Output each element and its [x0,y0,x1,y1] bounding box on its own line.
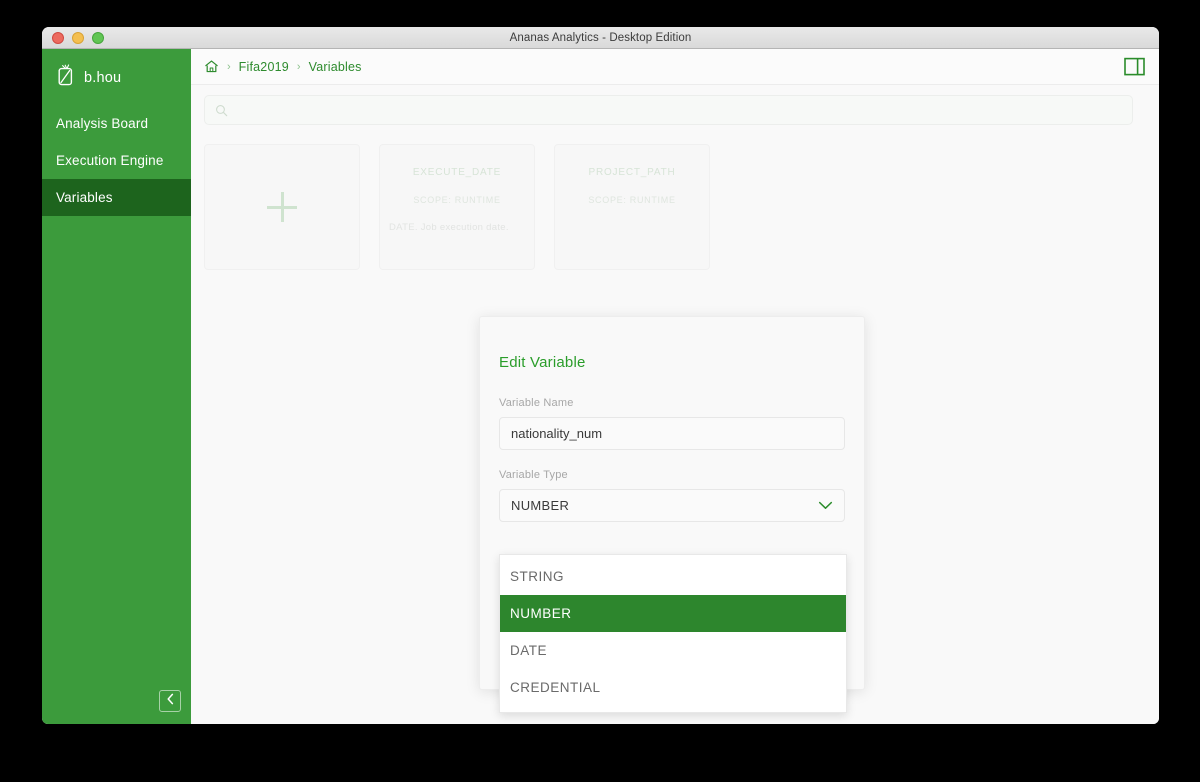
dropdown-option-credential[interactable]: CREDENTIAL [500,669,846,706]
variable-name-field-group: Variable Name [480,397,864,450]
search-bar[interactable] [204,95,1133,125]
split-panel-icon[interactable] [1124,57,1145,76]
topbar: › Fifa2019 › Variables [191,49,1159,85]
main-area: › Fifa2019 › Variables EXECUTE_DATE SCOP… [191,49,1159,724]
breadcrumb-item-project[interactable]: Fifa2019 [239,60,289,74]
sidebar: b.hou Analysis Board Execution Engine Va… [42,49,191,724]
breadcrumb-separator-2: › [296,60,301,73]
card-row: EXECUTE_DATE SCOPE: RUNTIME DATE. Job ex… [204,144,1159,270]
plus-icon [267,192,297,222]
variables-grid: EXECUTE_DATE SCOPE: RUNTIME DATE. Job ex… [191,125,1159,724]
variable-type-selected-value: NUMBER [511,498,570,513]
search-section [191,85,1159,125]
variable-type-dropdown[interactable]: STRING NUMBER DATE CREDENTIAL [499,554,847,713]
variable-card-scope: SCOPE: RUNTIME [588,195,676,205]
dropdown-option-string[interactable]: STRING [500,558,846,595]
search-input[interactable] [235,103,1122,117]
brand-username: b.hou [84,69,122,86]
sidebar-item-execution-engine[interactable]: Execution Engine [42,142,191,179]
modal-title: Edit Variable [499,354,586,371]
variable-card-title: PROJECT_PATH [588,167,676,178]
search-icon [215,104,228,117]
home-icon[interactable] [204,59,219,74]
app-window: Ananas Analytics - Desktop Edition b.hou… [42,27,1159,724]
dropdown-option-date[interactable]: DATE [500,632,846,669]
breadcrumb: › Fifa2019 › Variables [204,59,362,74]
variable-name-input-wrap[interactable] [499,417,845,450]
variable-type-label: Variable Type [499,469,568,481]
edit-variable-modal: Edit Variable Variable Name Variable Typ… [479,316,865,713]
brand[interactable]: b.hou [42,49,191,105]
breadcrumb-separator-1: › [227,60,231,73]
sidebar-collapse-button[interactable] [159,690,181,712]
pineapple-icon [56,64,75,91]
variable-card-scope: SCOPE: RUNTIME [413,195,501,205]
chevron-down-icon[interactable] [818,501,833,510]
window-titlebar: Ananas Analytics - Desktop Edition [42,27,1159,49]
dropdown-option-number[interactable]: NUMBER [500,595,846,632]
variable-name-input[interactable] [511,426,833,441]
breadcrumb-item-variables[interactable]: Variables [309,60,362,74]
window-title: Ananas Analytics - Desktop Edition [509,31,692,44]
sidebar-item-analysis-board[interactable]: Analysis Board [42,105,191,142]
variable-type-field-group: Variable Type NUMBER [480,469,864,522]
add-variable-card[interactable] [204,144,360,270]
variable-type-select[interactable]: NUMBER [499,489,845,522]
window-body: b.hou Analysis Board Execution Engine Va… [42,49,1159,724]
variable-card-description: DATE. Job execution date. [389,222,509,233]
variable-card-project-path[interactable]: PROJECT_PATH SCOPE: RUNTIME [554,144,710,270]
variable-card-title: EXECUTE_DATE [412,167,502,178]
variable-name-label: Variable Name [499,397,574,409]
variable-card-execute-date[interactable]: EXECUTE_DATE SCOPE: RUNTIME DATE. Job ex… [379,144,535,270]
sidebar-item-variables[interactable]: Variables [42,179,191,216]
chevron-left-icon [166,692,175,710]
